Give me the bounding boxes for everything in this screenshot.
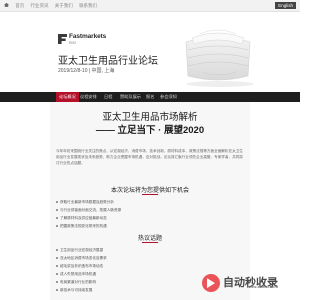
opportunities-heading: 本次论坛将为您提供如下机会 — [110, 188, 189, 194]
list-item: 了解原材料及供应链最新动态 — [56, 214, 244, 222]
page-title: 亚太卫生用品行业论坛 — [58, 56, 158, 67]
home-icon[interactable] — [4, 2, 9, 7]
nav-item-register[interactable]: 报名 — [146, 92, 154, 102]
fastmarkets-logo[interactable]: Fastmarkets RISI — [58, 33, 107, 46]
language-switch-button[interactable]: English — [275, 2, 296, 9]
list-item: 绒毛浆及非织造布市场动态 — [56, 262, 244, 270]
list-item: 把握政策法规变化带来的机遇 — [56, 222, 244, 230]
section-title: 亚太卫生用品市场解析 — [102, 112, 198, 123]
diaper-illustration — [185, 29, 254, 87]
intro-paragraph: 今年年初来围绕行业关注的焦点，从宏观经济、消费市场、技术创新、原材料成本、政策法… — [56, 149, 243, 165]
nav-item-sponsor[interactable]: 赞助及展示 — [120, 92, 141, 102]
heading-underline — [142, 194, 158, 195]
main-content: 亚太卫生用品市场解析 —— 立足当下 · 展望2020 今年年初来围绕行业关注的… — [50, 102, 250, 300]
logo-name: Fastmarkets — [69, 33, 107, 40]
nav-item-overview[interactable]: 论坛概况 — [56, 92, 79, 102]
play-logo-icon — [202, 274, 220, 293]
watermark: 自动秒收录 www.zdmsl.com — [202, 272, 278, 294]
top-link-home[interactable]: 首页 — [15, 3, 24, 8]
list-item: 亚太地区消费市场变化及需求 — [56, 254, 244, 262]
top-links: 首页 行业资讯 关于我们 联系我们 — [4, 0, 102, 11]
top-link-news[interactable]: 行业资讯 — [31, 3, 49, 8]
hero-banner: Fastmarkets RISI 亚太卫生用品行业论坛 2019/12/8-10… — [0, 12, 300, 92]
heading-underline — [142, 242, 158, 243]
list-item: 卫生用品行业宏观经济展望 — [56, 246, 244, 254]
opportunities-list: 获取行业最新市场数据及趋势分析 与行业领袖面对面交流，拓展人脉资源 了解原材料及… — [56, 198, 244, 230]
list-item: 与行业领袖面对面交流，拓展人脉资源 — [56, 206, 244, 214]
nav-item-schedule[interactable]: 日程 — [104, 92, 112, 102]
top-link-about[interactable]: 关于我们 — [55, 3, 73, 8]
logo-mark-icon — [58, 34, 67, 44]
event-date-location: 2019/12/8-10 | 中国, 上海 — [58, 68, 115, 74]
logo-sub: RISI — [69, 40, 76, 45]
top-utility-bar: 首页 行业资讯 关于我们 联系我们 English — [0, 0, 300, 12]
nav-item-notes[interactable]: 参会须知 — [160, 92, 177, 102]
list-item: 获取行业最新市场数据及趋势分析 — [56, 198, 244, 206]
topics-heading: 热议话题 — [137, 236, 162, 242]
section-subtitle: —— 立足当下 · 展望2020 — [95, 125, 205, 136]
top-link-contact[interactable]: 联系我们 — [79, 3, 97, 8]
main-nav: 论坛概况 议程安排 日程 赞助及展示 报名 参会须知 — [0, 92, 300, 102]
nav-item-agenda[interactable]: 议程安排 — [80, 92, 97, 102]
watermark-url: www.zdmsl.com — [247, 284, 278, 289]
